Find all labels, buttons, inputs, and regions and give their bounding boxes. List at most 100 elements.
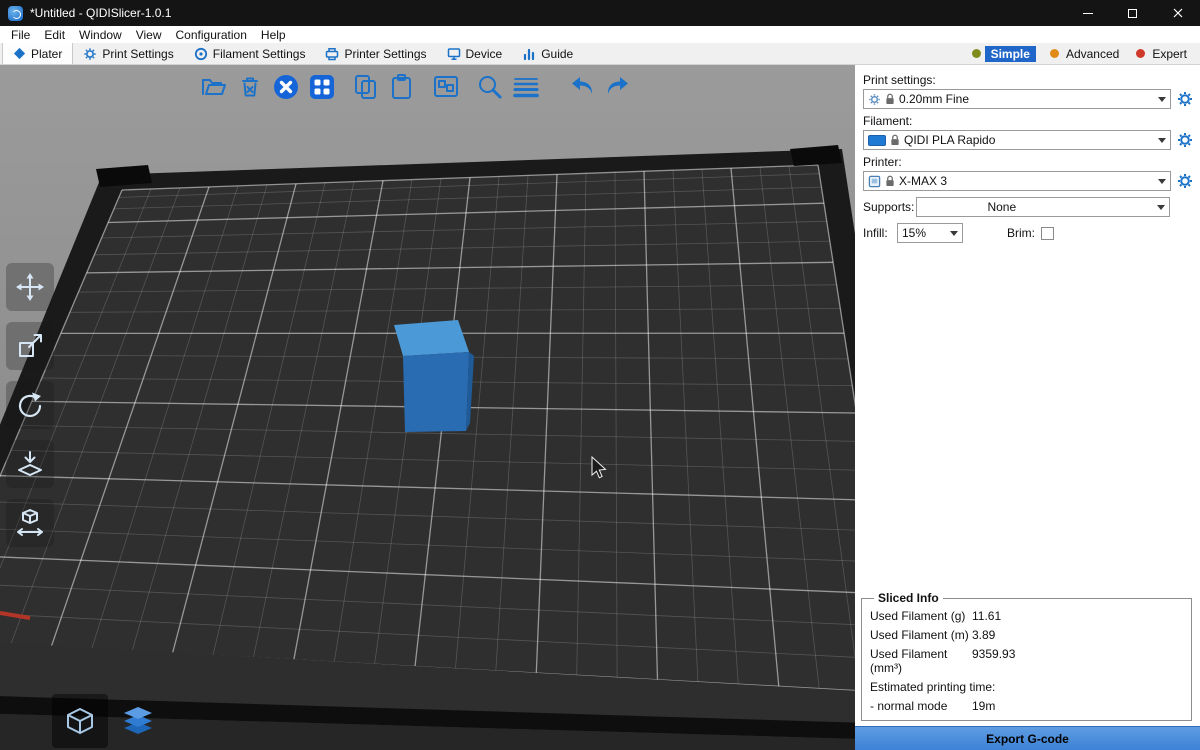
sliced-info-label: Used Filament (mm³) — [870, 647, 972, 675]
tab-print-settings[interactable]: Print Settings — [73, 43, 183, 64]
variable-layer-height-button[interactable] — [508, 69, 544, 105]
infill-combo[interactable]: 15% — [897, 223, 963, 243]
3d-viewport[interactable] — [0, 65, 855, 750]
rotate-tool-button[interactable] — [6, 381, 54, 429]
arrange-button[interactable] — [304, 69, 340, 105]
menu-edit[interactable]: Edit — [37, 28, 72, 42]
arrange-icon — [308, 73, 336, 101]
menubar: File Edit Window View Configuration Help — [0, 26, 1200, 43]
sliced-info-row: Estimated printing time: — [870, 677, 1183, 696]
tab-label: Filament Settings — [213, 47, 306, 61]
minimize-button[interactable] — [1065, 0, 1110, 26]
dropdown-arrow-icon — [1154, 131, 1170, 149]
guide-icon — [522, 47, 536, 61]
search-button[interactable] — [472, 69, 508, 105]
preview-view-button[interactable] — [110, 694, 166, 748]
menu-help[interactable]: Help — [254, 28, 293, 42]
editor-view-button[interactable] — [52, 694, 108, 748]
menu-view[interactable]: View — [129, 28, 169, 42]
filament-color-swatch — [868, 135, 886, 146]
lock-icon — [885, 93, 895, 105]
print-settings-icon — [83, 47, 97, 61]
tab-label: Print Settings — [102, 47, 173, 61]
mode-advanced[interactable]: Advanced — [1050, 46, 1122, 62]
3d-editor-view-icon — [61, 702, 99, 740]
mode-simple[interactable]: Simple — [972, 46, 1036, 62]
open-file-button[interactable] — [196, 69, 232, 105]
model-cube[interactable] — [394, 320, 474, 432]
tab-filament-settings[interactable]: Filament Settings — [184, 43, 316, 64]
mode-expert[interactable]: Expert — [1136, 46, 1190, 62]
redo-button[interactable] — [600, 69, 636, 105]
filament-combo[interactable]: QIDI PLA Rapido — [863, 130, 1171, 150]
mode-selector: Simple Advanced Expert — [958, 43, 1200, 64]
mode-label: Simple — [985, 46, 1036, 62]
copy-button[interactable] — [348, 69, 384, 105]
device-icon — [447, 47, 461, 61]
supports-combo[interactable]: None — [916, 197, 1170, 217]
menu-configuration[interactable]: Configuration — [169, 28, 254, 42]
sliced-info-label: Used Filament (g) — [870, 609, 972, 623]
tab-guide[interactable]: Guide — [512, 43, 583, 64]
sliced-info-value: 9359.93 — [972, 647, 1183, 675]
place-on-face-tool-button[interactable] — [6, 440, 54, 488]
supports-value: None — [987, 200, 1016, 214]
printer-value: X-MAX 3 — [899, 174, 947, 188]
scale-tool-button[interactable] — [6, 322, 54, 370]
sliced-layers-icon — [119, 702, 157, 740]
menu-file[interactable]: File — [4, 28, 37, 42]
delete-button[interactable] — [232, 69, 268, 105]
redo-icon — [604, 73, 632, 101]
printer-settings-icon — [325, 47, 339, 61]
maximize-icon — [1128, 9, 1137, 18]
print-settings-combo[interactable]: 0.20mm Fine — [863, 89, 1171, 109]
sidebar: Print settings: 0.20mm Fine — [855, 65, 1200, 750]
scene-canvas — [0, 65, 855, 750]
sliced-info-value: 3.89 — [972, 628, 1183, 642]
sliced-info-value: 19m — [972, 699, 1183, 713]
app-icon — [8, 6, 23, 21]
printer-edit-button[interactable] — [1176, 172, 1194, 190]
measure-tool-button[interactable] — [6, 499, 54, 547]
maximize-button[interactable] — [1110, 0, 1155, 26]
simple-dot-icon — [972, 49, 981, 58]
paste-button[interactable] — [384, 69, 420, 105]
window-title: *Untitled - QIDISlicer-1.0.1 — [30, 6, 171, 20]
brim-label: Brim: — [1007, 226, 1035, 240]
tab-label: Device — [466, 47, 503, 61]
split-objects-button[interactable] — [428, 69, 464, 105]
close-button[interactable] — [1155, 0, 1200, 26]
undo-button[interactable] — [564, 69, 600, 105]
place-on-face-icon — [15, 449, 45, 479]
tab-printer-settings[interactable]: Printer Settings — [315, 43, 436, 64]
filament-settings-icon — [194, 47, 208, 61]
sliced-info-row: Used Filament (g) 11.61 — [870, 606, 1183, 625]
brim-checkbox[interactable] — [1041, 227, 1054, 240]
print-settings-edit-button[interactable] — [1176, 90, 1194, 108]
trash-icon — [236, 73, 264, 101]
lock-icon — [885, 175, 895, 187]
sliced-info-label: - normal mode — [870, 699, 972, 713]
lock-icon — [890, 134, 900, 146]
sliced-info-title: Sliced Info — [874, 591, 943, 605]
export-gcode-button[interactable]: Export G-code — [855, 726, 1200, 750]
undo-icon — [568, 73, 596, 101]
tab-device[interactable]: Device — [437, 43, 513, 64]
tab-plater[interactable]: Plater — [2, 43, 73, 64]
tab-label: Printer Settings — [344, 47, 426, 61]
filament-value: QIDI PLA Rapido — [904, 133, 995, 147]
filament-label: Filament: — [863, 114, 1194, 128]
sliced-info-row: Used Filament (m) 3.89 — [870, 625, 1183, 644]
split-objects-icon — [432, 73, 460, 101]
mode-label: Advanced — [1063, 46, 1122, 62]
tab-label: Plater — [31, 47, 62, 61]
filament-edit-button[interactable] — [1176, 131, 1194, 149]
delete-all-button[interactable] — [268, 69, 304, 105]
move-tool-button[interactable] — [6, 263, 54, 311]
measure-icon — [15, 508, 45, 538]
printer-combo[interactable]: X-MAX 3 — [863, 171, 1171, 191]
dropdown-arrow-icon — [1154, 90, 1170, 108]
printer-icon — [868, 175, 881, 188]
menu-window[interactable]: Window — [72, 28, 129, 42]
infill-label: Infill: — [863, 226, 891, 240]
